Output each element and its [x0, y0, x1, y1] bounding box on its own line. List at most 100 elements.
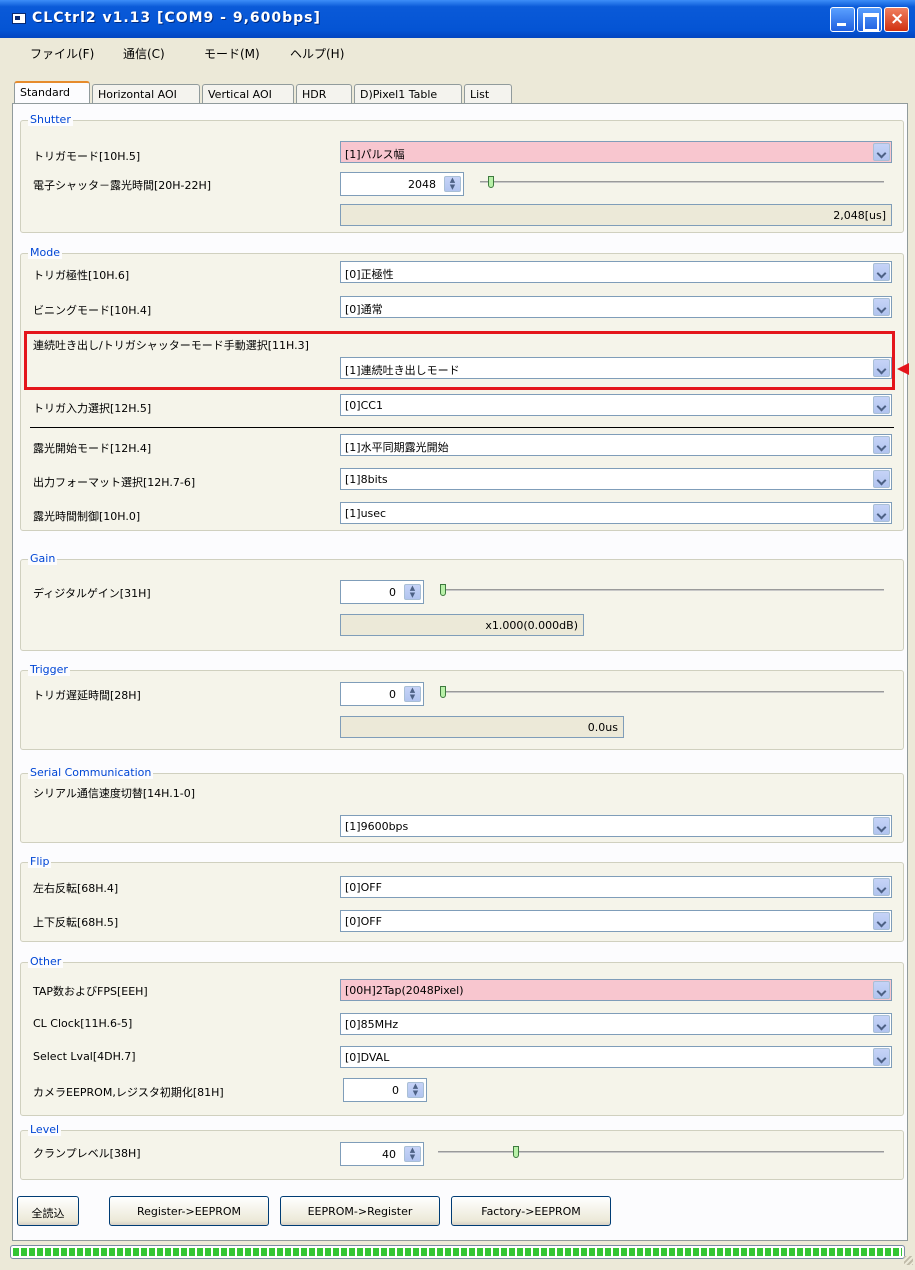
factory-to-eeprom-button[interactable]: Factory->EEPROM — [451, 1196, 611, 1226]
spinner-arrows-icon[interactable]: ▲ ▼ — [404, 584, 421, 600]
app-icon — [12, 13, 26, 24]
clamp-level-slider[interactable] — [438, 1146, 884, 1158]
digital-gain-label: ディジタルゲイン[31H] — [33, 587, 151, 600]
trigger-polarity-select[interactable]: [0]正極性 — [340, 261, 892, 283]
tab-vertical-aoi[interactable]: Vertical AOI — [202, 84, 294, 104]
trigger-mode-label: トリガモード[10H.5] — [33, 150, 141, 163]
exposure-start-select[interactable]: [1]水平同期露光開始 — [340, 434, 892, 456]
ud-flip-select[interactable]: [0]OFF — [340, 910, 892, 932]
arrow-pointer-icon — [897, 363, 909, 375]
spinner-arrows-icon[interactable]: ▲ ▼ — [404, 1146, 421, 1162]
output-format-label: 出力フォーマット選択[12H.7-6] — [33, 476, 196, 489]
divider — [30, 427, 894, 428]
maximize-button[interactable] — [857, 7, 882, 32]
highlight-box — [24, 331, 895, 390]
progress-bar — [10, 1245, 905, 1259]
ud-flip-label: 上下反転[68H.5] — [33, 916, 119, 929]
spinner-arrows-icon[interactable]: ▲ ▼ — [444, 176, 461, 192]
chevron-down-icon — [873, 1048, 890, 1066]
register-to-eeprom-button[interactable]: Register->EEPROM — [109, 1196, 269, 1226]
minimize-button[interactable] — [830, 7, 855, 32]
lr-flip-select[interactable]: [0]OFF — [340, 876, 892, 898]
slider-thumb[interactable] — [488, 176, 494, 188]
trigger-delay-spinner[interactable]: 0 ▲ ▼ — [340, 682, 424, 706]
output-format-select[interactable]: [1]8bits — [340, 468, 892, 490]
mode-group-title: Mode — [28, 246, 62, 259]
exposure-control-label: 露光時間制御[10H.0] — [33, 510, 141, 523]
tab-horizontal-aoi[interactable]: Horizontal AOI — [92, 84, 200, 104]
eeprom-init-label: カメラEEPROM,レジスタ初期化[81H] — [33, 1086, 224, 1099]
tap-fps-select[interactable]: [00H]2Tap(2048Pixel) — [340, 979, 892, 1001]
shutter-group-title: Shutter — [28, 113, 73, 126]
menu-communication[interactable]: 通信(C) — [123, 45, 165, 62]
spinner-arrows-icon[interactable]: ▲ ▼ — [407, 1082, 424, 1098]
tab-hdr[interactable]: HDR — [296, 84, 352, 104]
chevron-down-icon — [873, 878, 890, 896]
chevron-down-icon — [873, 912, 890, 930]
eeprom-to-register-button[interactable]: EEPROM->Register — [280, 1196, 440, 1226]
cl-clock-label: CL Clock[11H.6-5] — [33, 1017, 133, 1030]
binning-mode-label: ビニングモード[10H.4] — [33, 304, 152, 317]
menu-help[interactable]: ヘルプ(H) — [290, 45, 344, 62]
select-lval-label: Select Lval[4DH.7] — [33, 1050, 136, 1063]
serial-speed-label: シリアル通信速度切替[14H.1-0] — [33, 787, 196, 800]
chevron-down-icon — [873, 396, 890, 414]
chevron-down-icon — [873, 817, 890, 835]
chevron-down-icon — [873, 263, 890, 281]
gain-group-title: Gain — [28, 552, 58, 565]
exposure-control-select[interactable]: [1]usec — [340, 502, 892, 524]
clamp-level-label: クランプレベル[38H] — [33, 1147, 141, 1160]
trigger-group-title: Trigger — [28, 663, 70, 676]
chevron-down-icon — [873, 470, 890, 488]
exposure-time-label: 電子シャッタ－露光時間[20H-22H] — [33, 179, 212, 192]
read-all-button[interactable]: 全読込 — [17, 1196, 79, 1226]
trigger-input-select[interactable]: [0]CC1 — [340, 394, 892, 416]
exposure-time-slider[interactable] — [480, 176, 884, 188]
level-group-title: Level — [28, 1123, 62, 1136]
exposure-time-readout: 2,048[us] — [340, 204, 892, 226]
chevron-down-icon — [873, 436, 890, 454]
trigger-delay-slider[interactable] — [440, 686, 884, 698]
resize-grip-icon[interactable] — [904, 1256, 913, 1265]
serial-group-title: Serial Communication — [28, 766, 154, 779]
exposure-start-label: 露光開始モード[12H.4] — [33, 442, 152, 455]
clamp-level-spinner[interactable]: 40 ▲ ▼ — [340, 1142, 424, 1166]
menu-file[interactable]: ファイル(F) — [30, 45, 94, 62]
progress-fill — [13, 1248, 902, 1256]
slider-thumb[interactable] — [440, 686, 446, 698]
select-lval-select[interactable]: [0]DVAL — [340, 1046, 892, 1068]
other-group-title: Other — [28, 955, 64, 968]
chevron-down-icon — [873, 1015, 890, 1033]
digital-gain-slider[interactable] — [440, 584, 884, 596]
flip-group-title: Flip — [28, 855, 52, 868]
slider-thumb[interactable] — [440, 584, 446, 596]
spinner-arrows-icon[interactable]: ▲ ▼ — [404, 686, 421, 702]
gain-group — [20, 559, 904, 651]
tab-pixel-table[interactable]: D)Pixel1 Table — [354, 84, 462, 104]
trigger-delay-readout: 0.0us — [340, 716, 624, 738]
binning-mode-select[interactable]: [0]通常 — [340, 296, 892, 318]
digital-gain-readout: x1.000(0.000dB) — [340, 614, 584, 636]
close-button[interactable]: × — [884, 7, 909, 32]
eeprom-init-spinner[interactable]: 0 ▲ ▼ — [343, 1078, 427, 1102]
window-title: CLCtrl2 v1.13 [COM9 - 9,600bps] — [32, 10, 321, 26]
menu-mode[interactable]: モード(M) — [204, 45, 260, 62]
trigger-polarity-label: トリガ極性[10H.6] — [33, 269, 130, 282]
trigger-input-label: トリガ入力選択[12H.5] — [33, 402, 152, 415]
chevron-down-icon — [873, 981, 890, 999]
trigger-delay-label: トリガ遅延時間[28H] — [33, 689, 141, 702]
close-icon: × — [890, 9, 905, 29]
lr-flip-label: 左右反転[68H.4] — [33, 882, 119, 895]
cl-clock-select[interactable]: [0]85MHz — [340, 1013, 892, 1035]
level-group — [20, 1130, 904, 1180]
chevron-down-icon — [873, 298, 890, 316]
exposure-time-spinner[interactable]: 2048 ▲ ▼ — [340, 172, 464, 196]
slider-thumb[interactable] — [513, 1146, 519, 1158]
tap-fps-label: TAP数およびFPS[EEH] — [33, 985, 148, 998]
trigger-mode-select[interactable]: [1]パルス幅 — [340, 141, 892, 163]
tab-standard[interactable]: Standard — [14, 81, 90, 104]
digital-gain-spinner[interactable]: 0 ▲ ▼ — [340, 580, 424, 604]
tab-list[interactable]: List — [464, 84, 512, 104]
chevron-down-icon — [873, 143, 890, 161]
serial-speed-select[interactable]: [1]9600bps — [340, 815, 892, 837]
